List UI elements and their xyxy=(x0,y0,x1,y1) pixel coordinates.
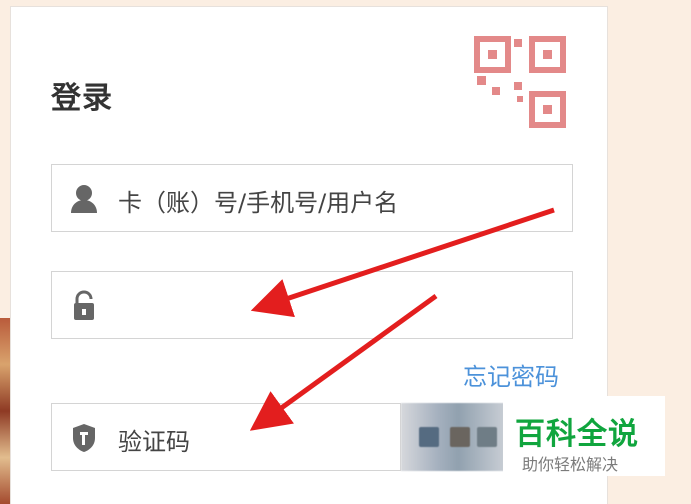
lock-icon xyxy=(67,289,101,323)
captcha-block xyxy=(419,427,439,447)
forgot-password-link[interactable]: 忘记密码 xyxy=(463,357,559,392)
watermark-title: 百科全说 xyxy=(515,417,639,452)
watermark-subtitle: 助你轻松解决 xyxy=(522,455,619,474)
shield-icon xyxy=(67,421,101,455)
captcha-block xyxy=(477,427,497,447)
username-placeholder: 卡（账）号/手机号/用户名 xyxy=(118,189,399,217)
watermark: 百科全说 助你轻松解决 xyxy=(503,396,665,476)
user-icon xyxy=(67,182,101,216)
captcha-field[interactable]: 验证码 xyxy=(51,403,401,471)
page: 登录 卡（账）号/手机号/用户名 忘记密码 验证码 百科全说 助你轻松解决 xyxy=(0,0,691,504)
password-field[interactable] xyxy=(51,271,573,339)
captcha-placeholder: 验证码 xyxy=(118,428,190,456)
captcha-block xyxy=(450,427,470,447)
background-image-strip xyxy=(0,318,10,504)
qr-code-icon[interactable] xyxy=(474,36,566,128)
captcha-image[interactable] xyxy=(401,403,505,471)
login-title: 登录 xyxy=(51,81,113,116)
username-field[interactable]: 卡（账）号/手机号/用户名 xyxy=(51,164,573,232)
